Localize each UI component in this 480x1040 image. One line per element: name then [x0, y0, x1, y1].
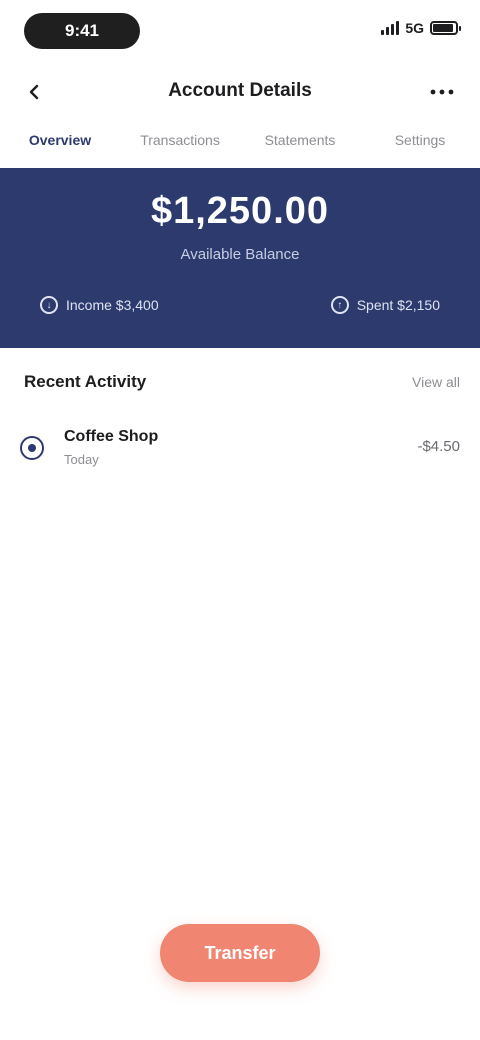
recent-section-header: Recent Activity View all: [0, 362, 480, 402]
tab-settings[interactable]: Settings: [360, 124, 480, 160]
battery-icon: [430, 21, 461, 35]
view-all-link[interactable]: View all: [412, 374, 460, 390]
status-icons: 5G: [381, 20, 461, 36]
tab-transactions[interactable]: Transactions: [120, 124, 240, 160]
transfer-button[interactable]: Transfer: [160, 924, 320, 982]
item-value: -$4.50: [417, 438, 460, 455]
spent-stat: ↑ Spent $2,150: [330, 296, 440, 314]
app-header: Account Details: [0, 64, 480, 120]
tab-overview[interactable]: Overview: [0, 124, 120, 160]
status-time: 9:41: [24, 13, 140, 49]
balance-stats: ↓ Income $3,400 ↑ Spent $2,150: [40, 296, 440, 314]
signal-icon: [381, 21, 400, 35]
arrow-up-icon: ↑: [330, 296, 349, 314]
section-title: Recent Activity: [24, 372, 147, 391]
activity-icon: [20, 436, 44, 460]
balance-banner: $1,250.00 Available Balance ↓ Income $3,…: [0, 168, 480, 348]
tab-statements[interactable]: Statements: [240, 124, 360, 160]
arrow-down-icon: ↓: [40, 296, 58, 314]
tab-bar: Overview Transactions Statements Setting…: [0, 124, 480, 160]
page-title: Account Details: [168, 80, 312, 101]
list-item[interactable]: Coffee Shop Today -$4.50: [0, 418, 480, 474]
income-stat: ↓ Income $3,400: [40, 296, 159, 314]
income-stat-text: Income $3,400: [66, 297, 159, 313]
chevron-left-icon[interactable]: [20, 78, 48, 106]
status-bar: 9:41 5G: [0, 0, 480, 64]
spent-stat-text: Spent $2,150: [356, 297, 440, 313]
more-horizontal-icon[interactable]: [424, 78, 460, 106]
item-subtitle: Today: [64, 452, 99, 467]
balance-label: Available Balance: [180, 246, 300, 263]
network-label: 5G: [405, 20, 424, 36]
balance-amount: $1,250.00: [150, 190, 330, 232]
item-title: Coffee Shop: [64, 428, 159, 445]
battery-level: [433, 24, 453, 32]
